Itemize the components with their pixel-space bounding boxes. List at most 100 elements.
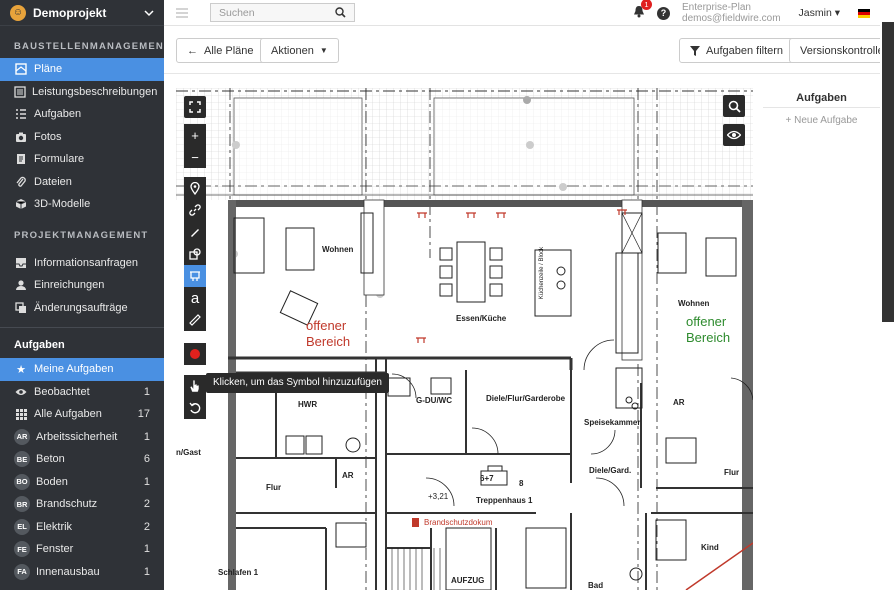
sidebar-item-label: Formulare	[34, 153, 85, 166]
tasks-icon	[14, 108, 28, 120]
sidebar-item-specifications[interactable]: Leistungsbeschreibungen	[0, 81, 164, 104]
sidebar-item-submittals[interactable]: Einreichungen	[0, 274, 164, 297]
color-picker-icon[interactable]	[184, 343, 206, 365]
actions-label: Aktionen	[271, 44, 314, 57]
sidebar-item-label: 3D-Modelle	[34, 198, 91, 211]
filter-tasks-button[interactable]: Aufgaben filtern	[679, 38, 795, 63]
plan-toolbar: ← Alle Pläne Aktionen ▼ Aufgaben filtern…	[164, 26, 894, 74]
actions-dropdown[interactable]: Aktionen ▼	[260, 38, 339, 63]
account-info: Enterprise-Plan demos@fieldwire.com	[682, 2, 781, 24]
sidebar-item-3d-models[interactable]: 3D-Modelle	[0, 193, 164, 216]
sidebar-item-forms[interactable]: Formulare	[0, 148, 164, 171]
room-label: n/Gast	[176, 448, 201, 457]
pencil-icon[interactable]	[184, 221, 206, 243]
toggle-visibility-button[interactable]	[723, 124, 745, 146]
floor-plan-drawing[interactable]	[176, 88, 753, 590]
room-label: Diele/Gard.	[589, 466, 632, 475]
sidebar-item-plans[interactable]: Pläne	[0, 58, 164, 81]
shapes-icon[interactable]	[184, 243, 206, 265]
sidebar-item-change-orders[interactable]: Änderungsaufträge	[0, 297, 164, 320]
floor-plan-viewer[interactable]: Wohnen Essen/Küche offener Bereich offen…	[176, 88, 753, 590]
all-plans-label: Alle Pläne	[204, 44, 254, 57]
sidebar-item-tasks[interactable]: Aufgaben	[0, 103, 164, 126]
project-switcher[interactable]: ☺ Demoprojekt	[0, 0, 164, 26]
notification-count-badge: 1	[641, 0, 653, 10]
help-icon[interactable]: ?	[657, 6, 671, 20]
tasks-panel: Aufgaben + Neue Aufgabe	[763, 88, 880, 126]
hamburger-menu-icon[interactable]	[176, 7, 188, 18]
room-label: Diele/Flur/Garderobe	[486, 394, 566, 403]
right-edge-panel	[880, 0, 894, 590]
link-icon[interactable]	[184, 199, 206, 221]
category-badge: FE	[14, 541, 30, 558]
undo-icon[interactable]	[184, 397, 206, 419]
room-label: Flur	[266, 483, 282, 492]
level-label: +3,21	[428, 492, 449, 501]
annotation-text: Bereich	[686, 330, 731, 345]
sidebar-item-category[interactable]: BO Boden 1	[0, 471, 164, 494]
sidebar-item-rfi[interactable]: Informationsanfragen	[0, 252, 164, 275]
color-tool	[184, 343, 206, 365]
room-label: 6+7	[480, 474, 494, 483]
user-menu[interactable]: Jasmin ▾	[799, 7, 840, 19]
caret-down-icon: ▼	[319, 46, 328, 55]
symbol-icon[interactable]	[184, 265, 206, 287]
task-count: 17	[137, 408, 150, 421]
room-label: HWR	[298, 400, 318, 409]
plans-icon	[14, 63, 28, 75]
magnifier-icon	[728, 100, 741, 113]
sidebar-item-category[interactable]: AR Arbeitssicherheit 1	[0, 426, 164, 449]
room-label: Speisekammer	[584, 418, 641, 427]
sidebar-item-my-tasks[interactable]: ★ Meine Aufgaben	[0, 358, 164, 381]
user-email: demos@fieldwire.com	[682, 13, 781, 24]
list-doc-icon	[14, 86, 26, 98]
sidebar-item-category[interactable]: EL Elektrik 2	[0, 516, 164, 539]
pin-icon[interactable]	[184, 177, 206, 199]
sidebar-item-watched[interactable]: Beobachtet 1	[0, 381, 164, 404]
sidebar-item-label: Fenster	[36, 543, 74, 556]
document-link[interactable]: Brandschutzdokum	[424, 518, 492, 527]
room-label: Essen/Küche	[456, 314, 507, 323]
notifications-button[interactable]: 1	[633, 0, 653, 21]
user-name: Jasmin	[798, 7, 832, 19]
cube-icon	[14, 198, 28, 210]
sidebar-item-photos[interactable]: Fotos	[0, 126, 164, 149]
star-icon: ★	[16, 363, 26, 376]
zoom-out-icon[interactable]: −	[184, 146, 206, 168]
fullscreen-icon[interactable]	[184, 96, 206, 118]
search-plan-button[interactable]	[723, 95, 745, 117]
task-count: 2	[143, 520, 150, 533]
sidebar-item-label: Brandschutz	[36, 498, 98, 511]
category-badge: BR	[14, 496, 30, 513]
eye-icon	[727, 130, 741, 140]
room-label: Kind	[701, 543, 719, 552]
form-icon	[14, 153, 28, 165]
fullscreen-tool[interactable]	[184, 96, 206, 118]
sidebar-item-all-tasks[interactable]: Alle Aufgaben 17	[0, 403, 164, 426]
sidebar-item-category[interactable]: FE Fenster 1	[0, 538, 164, 561]
german-flag-icon[interactable]	[858, 8, 870, 18]
sidebar-item-category[interactable]: BE Beton 6	[0, 448, 164, 471]
room-label: AR	[673, 398, 685, 407]
search-input[interactable]: Suchen	[210, 3, 355, 22]
sidebar: ☺ Demoprojekt BAUSTELLENMANAGEMENT Pläne…	[0, 0, 164, 590]
ruler-icon[interactable]	[184, 309, 206, 331]
all-plans-button[interactable]: ← Alle Pläne	[176, 38, 265, 63]
category-badge: FA	[14, 563, 30, 580]
task-count: 1	[143, 475, 150, 488]
tooltip: Klicken, um das Symbol hinzuzufügen	[201, 373, 389, 393]
zoom-in-icon[interactable]: +	[184, 124, 206, 146]
sidebar-item-files[interactable]: Dateien	[0, 171, 164, 194]
sidebar-item-label: Aufgaben	[34, 108, 82, 121]
sidebar-item-label: Beobachtet	[34, 385, 90, 398]
room-label: AUFZUG	[451, 576, 485, 585]
sidebar-item-category[interactable]: FA Innenausbau 1	[0, 561, 164, 584]
tasks-panel-title: Aufgaben	[763, 88, 880, 108]
divider	[0, 327, 164, 328]
search-placeholder: Suchen	[219, 6, 255, 19]
version-control-button[interactable]: Versionskontrolle	[789, 38, 894, 63]
text-tool-icon[interactable]: a	[184, 287, 206, 309]
sidebar-item-label: Einreichungen	[34, 279, 105, 292]
new-task-link[interactable]: + Neue Aufgabe	[763, 115, 880, 126]
sidebar-item-category[interactable]: BR Brandschutz 2	[0, 493, 164, 516]
